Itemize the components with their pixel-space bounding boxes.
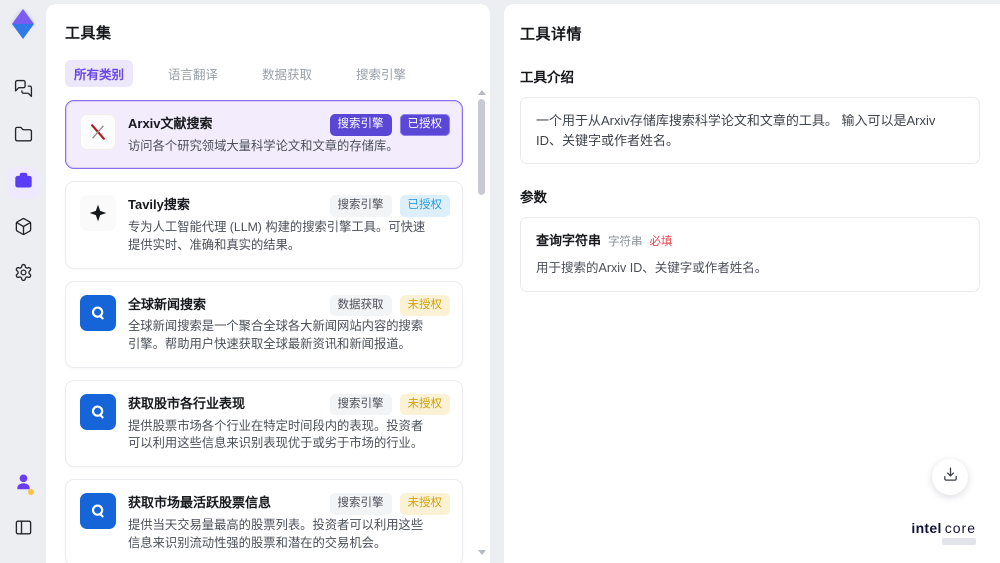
category-badge: 搜索引擎 [329,493,392,515]
sparkle-icon [80,195,116,232]
icon-rail [0,0,46,563]
sidebar-item-account[interactable] [7,468,39,500]
status-badge: 已授权 [399,195,450,217]
category-badge: 搜索引擎 [329,393,392,416]
category-badge: 搜索引擎 [329,195,392,217]
tab-all-categories[interactable]: 所有类别 [65,60,134,87]
status-badge: 未授权 [399,294,450,317]
q-search-icon [80,493,116,530]
notification-dot [28,489,34,495]
tool-description: 全球新闻搜索是一个聚合全球各大新闻网站内容的搜索引擎。帮助用户快速获取全球最新资… [128,319,424,352]
arxiv-icon [80,114,116,150]
app-logo-diamond-icon[interactable] [8,8,38,42]
sidebar-item-files[interactable] [7,121,39,153]
gear-icon [14,263,33,287]
tool-card-arxiv[interactable]: Arxiv文献搜索 访问各个研究领域大量科学论文和文章的存储库。 搜索引擎 已授… [65,100,463,170]
tab-translation[interactable]: 语言翻译 [159,60,227,87]
intel-core-logo: intel core [911,520,976,545]
tool-intro-box: 一个用于从Arxiv存储库搜索科学论文和文章的工具。 输入可以是Arxiv ID… [520,97,980,164]
tool-description: 提供股票市场各个行业在特定时间段内的表现。投资者可以利用这些信息来识别表现优于或… [128,418,424,451]
sidebar-item-chat[interactable] [7,75,39,107]
tool-description: 专为人工智能代理 (LLM) 构建的搜索引擎工具。可快速提供实时、准确和真实的结… [128,220,426,252]
sidebar-item-panel-toggle[interactable] [7,514,39,546]
download-icon [942,466,959,488]
tool-description: 提供当天交易量最高的股票列表。投资者可以利用这些信息来识别流动性强的股票和潜在的… [128,517,424,550]
status-badge: 未授权 [399,393,450,416]
category-tabs: 所有类别 语言翻译 数据获取 搜索引擎 [65,60,470,87]
tool-card-stock-sectors[interactable]: 获取股市各行业表现 提供股票市场各个行业在特定时间段内的表现。投资者可以利用这些… [65,379,463,468]
status-badge: 未授权 [399,493,450,515]
tool-detail-panel: 工具详情 工具介绍 一个用于从Arxiv存储库搜索科学论文和文章的工具。 输入可… [504,4,1000,563]
q-search-icon [80,294,116,331]
sidebar-item-toolbox[interactable] [7,167,39,199]
param-box: 查询字符串 字符串 必填 用于搜索的Arxiv ID、关键字或作者姓名。 [520,217,980,292]
param-type: 字符串 [608,236,643,248]
tool-card-active-stocks[interactable]: 获取市场最活跃股票信息 提供当天交易量最高的股票列表。投资者可以利用这些信息来识… [65,479,463,563]
app-window: 工具集 所有类别 语言翻译 数据获取 搜索引擎 Arxiv文献搜索 访问各个研究… [0,0,1000,563]
status-badge: 已授权 [399,114,450,136]
tool-card-tavily[interactable]: Tavily搜索 专为人工智能代理 (LLM) 构建的搜索引擎工具。可快速提供实… [65,181,463,269]
briefcase-icon [14,171,33,195]
category-badge: 搜索引擎 [329,114,392,136]
folder-icon [14,125,33,149]
intel-core-wordmark: intel core [911,520,976,536]
scroll-down-icon[interactable] [478,550,486,555]
intro-heading: 工具介绍 [520,70,574,85]
cube-icon [14,217,33,241]
tool-list-panel: 工具集 所有类别 语言翻译 数据获取 搜索引擎 Arxiv文献搜索 访问各个研究… [46,4,490,563]
content-area: 工具集 所有类别 语言翻译 数据获取 搜索引擎 Arxiv文献搜索 访问各个研究… [46,0,1000,563]
page-title: 工具集 [65,25,112,42]
category-badge: 数据获取 [329,294,392,317]
tool-card-global-news[interactable]: 全球新闻搜索 全球新闻搜索是一个聚合全球各大新闻网站内容的搜索引擎。帮助用户快速… [65,280,463,368]
scroll-up-icon[interactable] [478,90,486,95]
param-name: 查询字符串 [536,233,602,248]
tool-card-list: Arxiv文献搜索 访问各个研究领域大量科学论文和文章的存储库。 搜索引擎 已授… [65,100,463,563]
download-button[interactable] [932,459,968,495]
detail-title: 工具详情 [520,26,583,43]
list-scrollbar[interactable] [477,90,486,555]
param-required-badge: 必填 [649,236,673,248]
intel-badge-bar [942,538,976,545]
tool-description: 访问各个研究领域大量科学论文和文章的存储库。 [128,138,399,153]
tab-data-fetch[interactable]: 数据获取 [253,60,321,87]
chat-icon [14,79,33,103]
scrollbar-thumb[interactable] [478,99,485,195]
sidebar-item-packages[interactable] [7,213,39,245]
param-description: 用于搜索的Arxiv ID、关键字或作者姓名。 [536,261,768,276]
tab-search-engine[interactable]: 搜索引擎 [347,60,415,87]
params-heading: 参数 [520,190,547,205]
sidebar-item-settings[interactable] [7,259,39,291]
q-search-icon [80,393,116,430]
panel-toggle-icon [14,518,33,542]
